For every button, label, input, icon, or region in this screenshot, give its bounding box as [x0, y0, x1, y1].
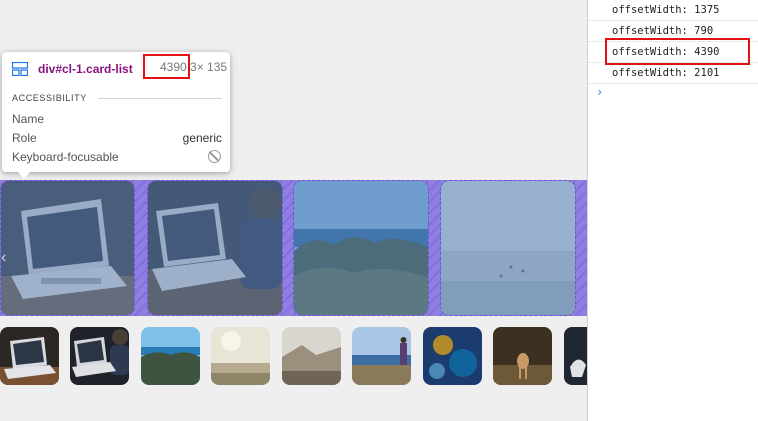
tooltip-header: div#cl-1.card-list 4390.3× 135	[12, 60, 228, 78]
thumbnail-6[interactable]	[352, 327, 411, 385]
card-sea-foliage[interactable]	[293, 180, 429, 316]
thumbnail-1[interactable]	[0, 327, 59, 385]
a11y-row-keyboard: Keyboard-focusable	[12, 150, 222, 164]
grid-layout-icon	[12, 62, 28, 76]
highlight-box-dimensions	[143, 54, 190, 79]
card-laptop-desk[interactable]	[0, 180, 135, 316]
inspect-tooltip: div#cl-1.card-list 4390.3× 135 ACCESSIBI…	[2, 52, 230, 172]
thumbnail-8[interactable]	[493, 327, 552, 385]
not-allowed-icon	[208, 150, 221, 163]
highlight-box-console	[605, 38, 750, 65]
accessibility-heading: ACCESSIBILITY	[12, 93, 87, 103]
section-divider	[98, 98, 222, 99]
thumbnail-7[interactable]	[423, 327, 482, 385]
console-line[interactable]: offsetWidth: 1375	[588, 0, 758, 21]
thumbnail-2[interactable]	[70, 327, 129, 385]
console-line[interactable]: offsetWidth: 2101	[588, 63, 758, 84]
thumbnail-4[interactable]	[211, 327, 270, 385]
a11y-label-role: Role	[12, 131, 37, 145]
carousel-prev-icon[interactable]: ‹	[1, 249, 11, 267]
card-misty-beach[interactable]	[440, 180, 576, 316]
element-height: × 135	[196, 60, 228, 74]
console-prompt-icon[interactable]: ›	[596, 85, 603, 99]
thumbnail-strip	[0, 327, 587, 385]
thumbnail-9[interactable]	[564, 327, 587, 385]
card-list[interactable]	[0, 180, 587, 316]
a11y-row-role: Role generic	[12, 131, 222, 145]
a11y-value-role: generic	[182, 131, 222, 145]
a11y-label-keyboard: Keyboard-focusable	[12, 150, 119, 164]
thumbnail-3[interactable]	[141, 327, 200, 385]
thumbnail-5[interactable]	[282, 327, 341, 385]
a11y-label-name: Name	[12, 112, 45, 126]
card-person-laptop[interactable]	[147, 180, 283, 316]
tooltip-pointer	[17, 171, 31, 179]
a11y-row-name: Name	[12, 112, 222, 126]
element-selector: div#cl-1.card-list	[38, 62, 133, 76]
